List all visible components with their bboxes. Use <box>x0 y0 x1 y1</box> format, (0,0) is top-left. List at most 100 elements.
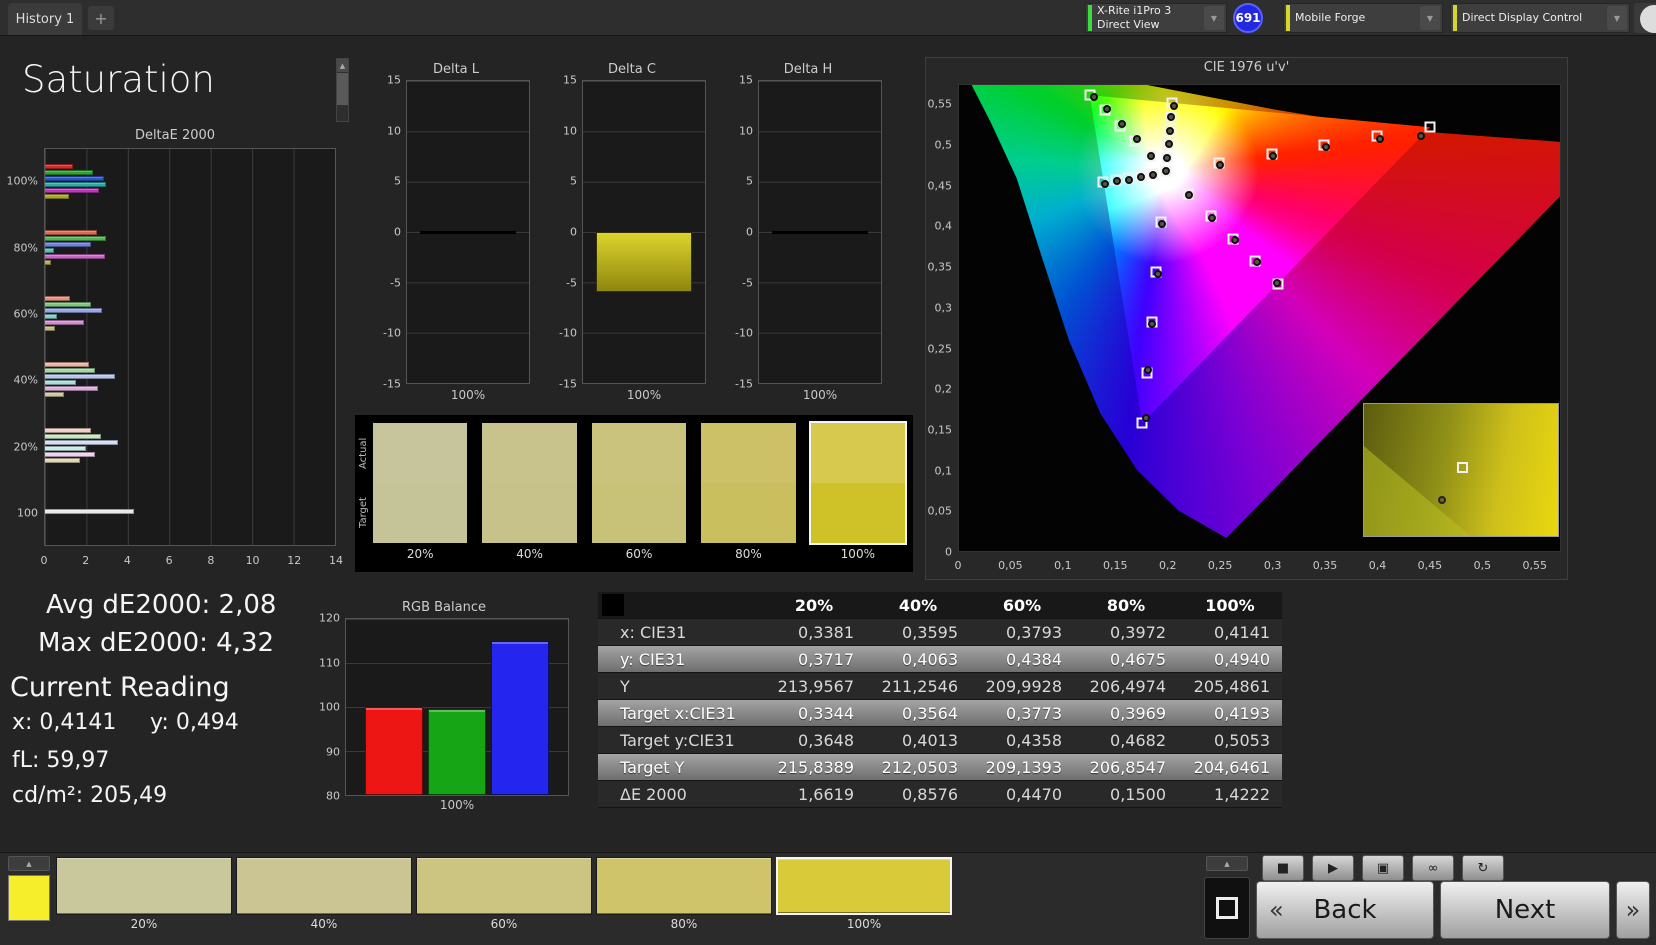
scroll-up-icon[interactable]: ▲ <box>337 59 348 72</box>
cie-measured-marker <box>1416 132 1425 141</box>
table-cell: 0,3595 <box>902 622 958 642</box>
deltae-bar <box>45 194 69 200</box>
delta-c-chart: Delta C 15 10 5 0 -5 -10 -15 100% <box>556 60 708 408</box>
next-button[interactable]: Next <box>1440 881 1610 939</box>
cie-measured-marker <box>1376 135 1385 144</box>
bottom-swatch-60[interactable]: 60% <box>416 857 592 943</box>
deltae-bar <box>45 434 101 440</box>
table-cell: 0,3648 <box>798 730 854 750</box>
cie-measured-marker <box>1252 258 1261 267</box>
measurement-count-badge[interactable]: 691 <box>1233 3 1263 33</box>
add-tab-button[interactable]: + <box>88 6 114 30</box>
source-select[interactable]: Mobile Forge ▼ <box>1283 3 1443 33</box>
stop-button[interactable]: ■ <box>1262 855 1304 881</box>
chevron-down-icon[interactable]: ▼ <box>1607 6 1627 30</box>
pattern-window-button[interactable] <box>1204 877 1250 939</box>
deltae-bar <box>45 182 107 188</box>
bottom-swatch-100[interactable]: 100% <box>776 857 952 943</box>
reading-cdm2: cd/m²: 205,49 <box>12 783 168 808</box>
table-corner-box <box>602 594 624 616</box>
loop-button[interactable]: ∞ <box>1412 855 1454 881</box>
bottom-swatch-label: 100% <box>846 917 882 931</box>
cie-target-marker <box>1424 121 1436 133</box>
bottom-bar: ▲ 20% 40% 60% 80% 100% ▲ ■ ▶ ▣ ∞ ↻ « Back Next » <box>0 852 1656 945</box>
delta-c-y-tick: 15 <box>563 73 577 87</box>
delta-h-y-tick: 0 <box>746 225 753 239</box>
deltae-bar-group <box>45 281 335 347</box>
meter-name: X-Rite i1Pro 3 Direct View <box>1097 4 1172 31</box>
scrollbar-thumb[interactable] <box>337 73 348 105</box>
cie-measured-marker <box>1137 173 1146 182</box>
cie-measured-marker <box>1103 105 1112 114</box>
chevron-down-icon[interactable]: ▼ <box>1204 6 1224 30</box>
bottom-swatch-80[interactable]: 80% <box>596 857 772 943</box>
deltae-bar <box>45 230 97 236</box>
table-cell: 0,8576 <box>902 784 958 804</box>
patch-target-color <box>591 483 687 543</box>
display-control-select[interactable]: Direct Display Control ▼ <box>1450 3 1630 33</box>
cie-measured-marker <box>1132 135 1141 144</box>
bottom-swatch-color <box>56 857 232 915</box>
table-row: Target y:CIE31 0,3648 0,4013 0,4358 0,4682 0,… <box>598 727 1282 754</box>
chevron-down-icon[interactable]: ▼ <box>1420 6 1440 30</box>
fast-forward-button[interactable]: » <box>1616 881 1650 939</box>
patch-swatch-80 <box>701 423 796 543</box>
table-row-label: Target y:CIE31 <box>620 730 735 750</box>
back-button[interactable]: « Back <box>1256 881 1434 939</box>
cie-measured-marker <box>1112 177 1121 186</box>
table-cell: 0,3972 <box>1110 622 1166 642</box>
cie-x-tick: 0,5 <box>1473 559 1492 572</box>
cie-y-tick: 0,35 <box>927 260 953 274</box>
continuous-button[interactable]: ↻ <box>1462 855 1504 881</box>
pattern-window-button[interactable]: ▣ <box>1362 855 1404 881</box>
meter-select[interactable]: X-Rite i1Pro 3 Direct View ▼ <box>1085 3 1227 33</box>
deltae-x-tick: 2 <box>82 554 90 567</box>
deltae-bar-group <box>45 347 335 413</box>
deltae-bar-group <box>45 479 335 545</box>
deltae-xlabel-row: 0 2 4 6 8 10 12 14 <box>41 552 344 572</box>
deltae-bar <box>45 326 56 332</box>
back-button-label: Back <box>1313 895 1377 925</box>
collapse-left-button[interactable]: ▲ <box>8 856 50 871</box>
bottom-swatch-20[interactable]: 20% <box>56 857 232 943</box>
table-cell: 0,4682 <box>1110 730 1166 750</box>
cie-measured-marker <box>1125 175 1134 184</box>
collapse-right-button[interactable]: ▲ <box>1206 856 1248 871</box>
cie-x-tick: 0 <box>954 559 962 572</box>
tab-history-1[interactable]: History 1 <box>8 3 82 35</box>
bottom-swatch-40[interactable]: 40% <box>236 857 412 943</box>
deltae-bar-group <box>45 413 335 479</box>
actual-target-strip: Actual Target 20% 40% 60% 80% 100% <box>355 415 913 572</box>
strip-labels: 20% 40% 60% 80% 100% <box>373 547 905 567</box>
cie-measured-marker <box>1321 143 1330 152</box>
patch-swatch-40 <box>482 423 577 543</box>
chart-title: RGB Balance <box>401 600 486 615</box>
deltae-bar <box>45 248 55 254</box>
cie-measured-marker <box>1165 126 1174 135</box>
chart-title: Delta C <box>608 62 656 77</box>
deltae-bar <box>45 296 70 302</box>
table-row-label: x: CIE31 <box>620 622 687 642</box>
cie-x-tick: 0,05 <box>998 559 1023 572</box>
table-cell: 0,1500 <box>1110 784 1166 804</box>
cie-x-tick: 0,15 <box>1103 559 1128 572</box>
layout-scrollbar[interactable]: ▲ <box>336 58 349 122</box>
source-status-accent <box>1286 5 1290 31</box>
cie-measured-marker <box>1268 151 1277 160</box>
cie-y-tick: 0,3 <box>934 301 953 315</box>
delta-l-y-tick: 0 <box>394 225 401 239</box>
deltae-group-label: 80% <box>13 241 38 254</box>
bottom-swatch-row: 20% 40% 60% 80% 100% <box>56 857 956 943</box>
cie-measured-marker <box>1142 414 1151 423</box>
deltae-x-tick: 14 <box>329 554 343 567</box>
delta-l-y-tick: 5 <box>394 174 401 188</box>
reading-x: x: 0,4141 <box>12 710 117 735</box>
patch-target-color <box>701 483 796 543</box>
reading-fl: fL: 59,97 <box>12 748 110 773</box>
table-row-label: Target Y <box>620 757 685 777</box>
table-column-header: 100% <box>1205 595 1255 615</box>
play-button[interactable]: ▶ <box>1312 855 1354 881</box>
table-cell: 206,4974 <box>1089 676 1166 696</box>
rgb-bar-blue <box>491 641 549 795</box>
chart-title: CIE 1976 u'v' <box>1203 60 1290 75</box>
